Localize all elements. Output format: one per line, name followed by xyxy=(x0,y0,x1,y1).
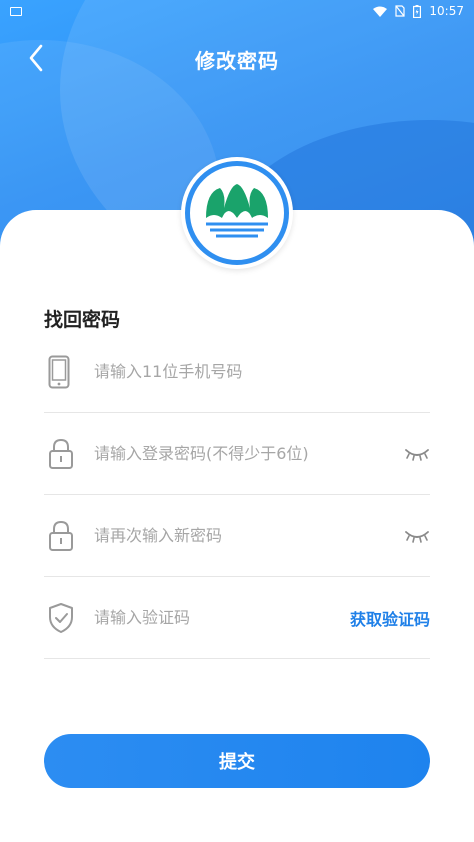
section-title: 找回密码 xyxy=(44,309,121,331)
lock-icon xyxy=(48,434,88,474)
status-icons: 10:57 xyxy=(373,4,464,18)
battery-icon xyxy=(413,4,422,18)
page-title: 修改密码 xyxy=(195,48,279,73)
get-code-button[interactable]: 获取验证码 xyxy=(350,606,430,630)
phone-row xyxy=(44,331,430,413)
no-sim-icon xyxy=(395,5,406,17)
notification-icon xyxy=(10,6,22,16)
confirm-password-input[interactable] xyxy=(94,526,390,545)
status-bar: 10:57 xyxy=(0,0,474,22)
wifi-icon xyxy=(373,6,388,17)
phone-icon xyxy=(48,352,88,392)
app-logo xyxy=(181,157,293,269)
submit-button[interactable]: 提交 xyxy=(44,734,430,788)
back-button[interactable] xyxy=(20,44,52,76)
shield-check-icon xyxy=(48,598,88,638)
lotus-logo-icon xyxy=(200,178,274,248)
logo-badge xyxy=(185,161,289,265)
nav-bar: 修改密码 xyxy=(0,36,474,82)
status-time: 10:57 xyxy=(429,4,464,18)
verify-code-row: 获取验证码 xyxy=(44,577,430,659)
confirm-password-row xyxy=(44,495,430,577)
phone-input[interactable] xyxy=(94,362,430,381)
lock-icon xyxy=(48,516,88,556)
password-input[interactable] xyxy=(94,444,390,463)
chevron-left-icon xyxy=(28,44,44,76)
verify-code-input[interactable] xyxy=(94,608,350,627)
password-row xyxy=(44,413,430,495)
eye-closed-icon[interactable] xyxy=(390,439,430,469)
eye-closed-icon[interactable] xyxy=(390,521,430,551)
